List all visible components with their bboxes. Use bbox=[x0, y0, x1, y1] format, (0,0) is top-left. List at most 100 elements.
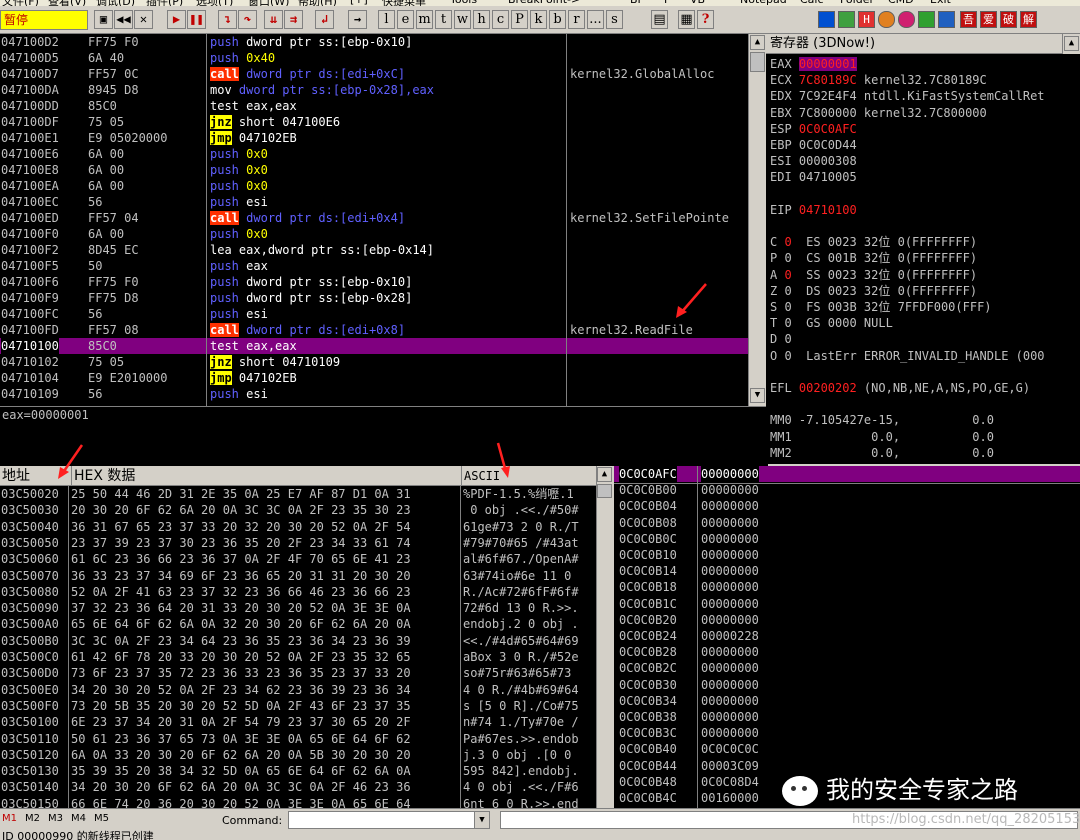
disasm-row[interactable]: 047100FD FF57 08 call dword ptr ds:[edi+0x… bbox=[0, 322, 748, 338]
register-line[interactable]: EIP 04710100 bbox=[770, 202, 857, 218]
chevron-down-icon[interactable]: ▼ bbox=[474, 812, 489, 828]
register-line[interactable]: EBP 0C0C0D44 bbox=[770, 137, 857, 153]
dump-row[interactable]: 03C500C0 61 42 6F 78 20 33 20 30 20 52 0A… bbox=[0, 649, 596, 665]
disasm-row[interactable]: 047100D5 6A 40 push 0x40 bbox=[0, 50, 748, 66]
window-button-c[interactable]: c bbox=[492, 10, 509, 29]
stack-row[interactable]: 0C0C0B18 00000000 bbox=[614, 579, 1080, 595]
window-button-more[interactable]: ... bbox=[587, 10, 604, 29]
window-button-l[interactable]: l bbox=[378, 10, 395, 29]
stack-row[interactable]: 0C0C0B1C 00000000 bbox=[614, 596, 1080, 612]
plugin-icon-h[interactable]: H bbox=[858, 11, 875, 28]
logo-ai-icon[interactable]: 爱 bbox=[980, 11, 997, 28]
stack-row[interactable]: 0C0C0B08 00000000 bbox=[614, 515, 1080, 531]
scroll-down-icon[interactable]: ▼ bbox=[750, 388, 765, 403]
stack-row[interactable]: 0C0C0B00 00000000 bbox=[614, 482, 1080, 498]
disassembly-scrollbar[interactable]: ▲ ▼ bbox=[748, 34, 766, 406]
dump-row[interactable]: 03C50080 52 0A 2F 41 63 23 37 32 23 36 66… bbox=[0, 584, 596, 600]
dump-row[interactable]: 03C50140 34 20 30 20 6F 62 6A 20 0A 3C 3C… bbox=[0, 779, 596, 795]
disasm-row[interactable]: 047100ED FF57 04 call dword ptr ds:[edi+0x… bbox=[0, 210, 748, 226]
dump-row[interactable]: 03C50070 36 33 23 37 34 69 6F 23 36 65 20… bbox=[0, 568, 596, 584]
step-over-icon[interactable]: ↷ bbox=[238, 10, 257, 29]
register-line[interactable]: MM3 0.0, 0.0 bbox=[770, 461, 994, 464]
window-button-s[interactable]: s bbox=[606, 10, 623, 29]
register-line[interactable]: EFL 00200202 (NO,NB,NE,A,NS,PO,GE,G) bbox=[770, 380, 1030, 396]
register-line[interactable]: P 0 CS 001B 32位 0(FFFFFFFF) bbox=[770, 250, 977, 266]
stack-row[interactable]: 0C0C0B38 00000000 bbox=[614, 709, 1080, 725]
dump-row[interactable]: 03C50150 66 6E 74 20 36 20 30 20 52 0A 3E… bbox=[0, 796, 596, 808]
stack-row[interactable]: 0C0C0AFC 00000000 bbox=[614, 466, 1080, 482]
scroll-thumb[interactable] bbox=[597, 484, 612, 498]
memory-tab-m3[interactable]: M3 bbox=[48, 813, 63, 824]
dump-row[interactable]: 03C500A0 65 6E 64 6F 62 6A 0A 32 20 30 20… bbox=[0, 616, 596, 632]
register-line[interactable]: D 0 bbox=[770, 331, 792, 347]
dump-row[interactable]: 03C500E0 34 20 30 20 52 0A 2F 23 34 62 23… bbox=[0, 682, 596, 698]
logo-po-icon[interactable]: 破 bbox=[1000, 11, 1017, 28]
disasm-row[interactable]: 047100F5 50 push eax bbox=[0, 258, 748, 274]
disasm-row[interactable]: 04710100 85C0 test eax,eax bbox=[0, 338, 748, 354]
window-button-k[interactable]: k bbox=[530, 10, 547, 29]
dump-row[interactable]: 03C500F0 73 20 5B 35 20 30 20 52 5D 0A 2F… bbox=[0, 698, 596, 714]
pause-icon[interactable]: ❚❚ bbox=[187, 10, 206, 29]
disasm-row[interactable]: 047100DA 8945 D8 mov dword ptr ss:[ebp-0x2… bbox=[0, 82, 748, 98]
goto-icon[interactable]: → bbox=[348, 10, 367, 29]
stack-row[interactable]: 0C0C0B40 0C0C0C0C bbox=[614, 741, 1080, 757]
disasm-row[interactable]: 047100F0 6A 00 push 0x0 bbox=[0, 226, 748, 242]
disasm-row[interactable]: 047100F6 FF75 F0 push dword ptr ss:[ebp-0x… bbox=[0, 274, 748, 290]
dump-row[interactable]: 03C500D0 73 6F 23 37 35 72 23 36 33 23 36… bbox=[0, 665, 596, 681]
disasm-row[interactable]: 047100EC 56 push esi bbox=[0, 194, 748, 210]
register-line[interactable]: ESP 0C0C0AFC bbox=[770, 121, 857, 137]
stack-row[interactable]: 0C0C0B28 00000000 bbox=[614, 644, 1080, 660]
dump-row[interactable]: 03C50040 36 31 67 65 23 37 33 20 32 20 30… bbox=[0, 519, 596, 535]
plugin-icon-3[interactable] bbox=[918, 11, 935, 28]
dump-row[interactable]: 03C50110 50 61 23 36 37 65 73 0A 3E 3E 0A… bbox=[0, 731, 596, 747]
command-input[interactable]: ▼ bbox=[288, 811, 490, 829]
disasm-row[interactable]: 04710102 75 05 jnz short 04710109 bbox=[0, 354, 748, 370]
hex-dump-pane[interactable]: 03C50020 25 50 44 46 2D 31 2E 35 0A 25 E7… bbox=[0, 486, 596, 808]
register-line[interactable]: ECX 7C80189C kernel32.7C80189C bbox=[770, 72, 987, 88]
disasm-row[interactable]: 04710109 56 push esi bbox=[0, 386, 748, 402]
registers-pane[interactable]: EAX 00000001 ECX 7C80189C kernel32.7C8018… bbox=[766, 34, 1080, 464]
disasm-row[interactable]: 047100D7 FF57 0C call dword ptr ds:[edi+0x… bbox=[0, 66, 748, 82]
register-line[interactable]: O 0 LastErr ERROR_INVALID_HANDLE (000 bbox=[770, 348, 1045, 364]
stack-row[interactable]: 0C0C0B30 00000000 bbox=[614, 677, 1080, 693]
window-button-P[interactable]: P bbox=[511, 10, 528, 29]
plugin-icon-1[interactable] bbox=[818, 11, 835, 28]
window-button-h[interactable]: h bbox=[473, 10, 490, 29]
stack-row[interactable]: 0C0C0B10 00000000 bbox=[614, 547, 1080, 563]
stack-row[interactable]: 0C0C0B2C 00000000 bbox=[614, 660, 1080, 676]
disasm-row[interactable]: 047100E1 E9 05020000 jmp 047102EB bbox=[0, 130, 748, 146]
register-line[interactable]: A 0 SS 0023 32位 0(FFFFFFFF) bbox=[770, 267, 977, 283]
disasm-row[interactable]: 047100F9 FF75 D8 push dword ptr ss:[ebp-0x… bbox=[0, 290, 748, 306]
register-line[interactable]: T 0 GS 0000 NULL bbox=[770, 315, 893, 331]
stack-pane[interactable]: 0C0C0AFC 00000000 0C0C0B00 00000000 0C0C0B04… bbox=[614, 466, 1080, 808]
dump-row[interactable]: 03C50050 23 37 39 23 37 30 23 36 35 20 2F… bbox=[0, 535, 596, 551]
stack-row[interactable]: 0C0C0B34 00000000 bbox=[614, 693, 1080, 709]
register-line[interactable]: ESI 00000308 bbox=[770, 153, 857, 169]
memory-tab-m5[interactable]: M5 bbox=[94, 813, 109, 824]
list-view-icon[interactable]: ▤ bbox=[651, 10, 668, 29]
disassembly-pane[interactable]: 047100D2 FF75 F0 push dword ptr ss:[ebp-0x… bbox=[0, 34, 748, 406]
disasm-row[interactable]: 047100FC 56 push esi bbox=[0, 306, 748, 322]
register-line[interactable]: MM0 -7.105427e-15, 0.0 bbox=[770, 412, 994, 428]
register-line[interactable]: MM1 0.0, 0.0 bbox=[770, 429, 994, 445]
run-icon[interactable]: ▶ bbox=[167, 10, 186, 29]
open-icon[interactable]: ▣ bbox=[94, 10, 113, 29]
register-line[interactable]: EDI 04710005 bbox=[770, 169, 857, 185]
rewind-icon[interactable]: ◀◀ bbox=[114, 10, 133, 29]
memory-tab-m2[interactable]: M2 bbox=[25, 813, 40, 824]
registers-scrollbar[interactable]: ▲ bbox=[1062, 34, 1080, 54]
trace-over-icon[interactable]: ⇉ bbox=[284, 10, 303, 29]
dump-row[interactable]: 03C50020 25 50 44 46 2D 31 2E 35 0A 25 E7… bbox=[0, 486, 596, 502]
step-into-icon[interactable]: ↴ bbox=[218, 10, 237, 29]
trace-into-icon[interactable]: ⇊ bbox=[264, 10, 283, 29]
scroll-up-icon[interactable]: ▲ bbox=[597, 467, 612, 482]
grid-view-icon[interactable]: ▦ bbox=[678, 10, 695, 29]
dump-row[interactable]: 03C50090 37 32 23 36 64 20 31 33 20 30 20… bbox=[0, 600, 596, 616]
disasm-row[interactable]: 047100D2 FF75 F0 push dword ptr ss:[ebp-0x… bbox=[0, 34, 748, 50]
stack-row[interactable]: 0C0C0B04 00000000 bbox=[614, 498, 1080, 514]
window-button-b[interactable]: b bbox=[549, 10, 566, 29]
close-icon[interactable]: ✕ bbox=[134, 10, 153, 29]
register-line[interactable]: EAX 00000001 bbox=[770, 56, 857, 72]
disasm-row[interactable]: 047100EA 6A 00 push 0x0 bbox=[0, 178, 748, 194]
stack-row[interactable]: 0C0C0B20 00000000 bbox=[614, 612, 1080, 628]
